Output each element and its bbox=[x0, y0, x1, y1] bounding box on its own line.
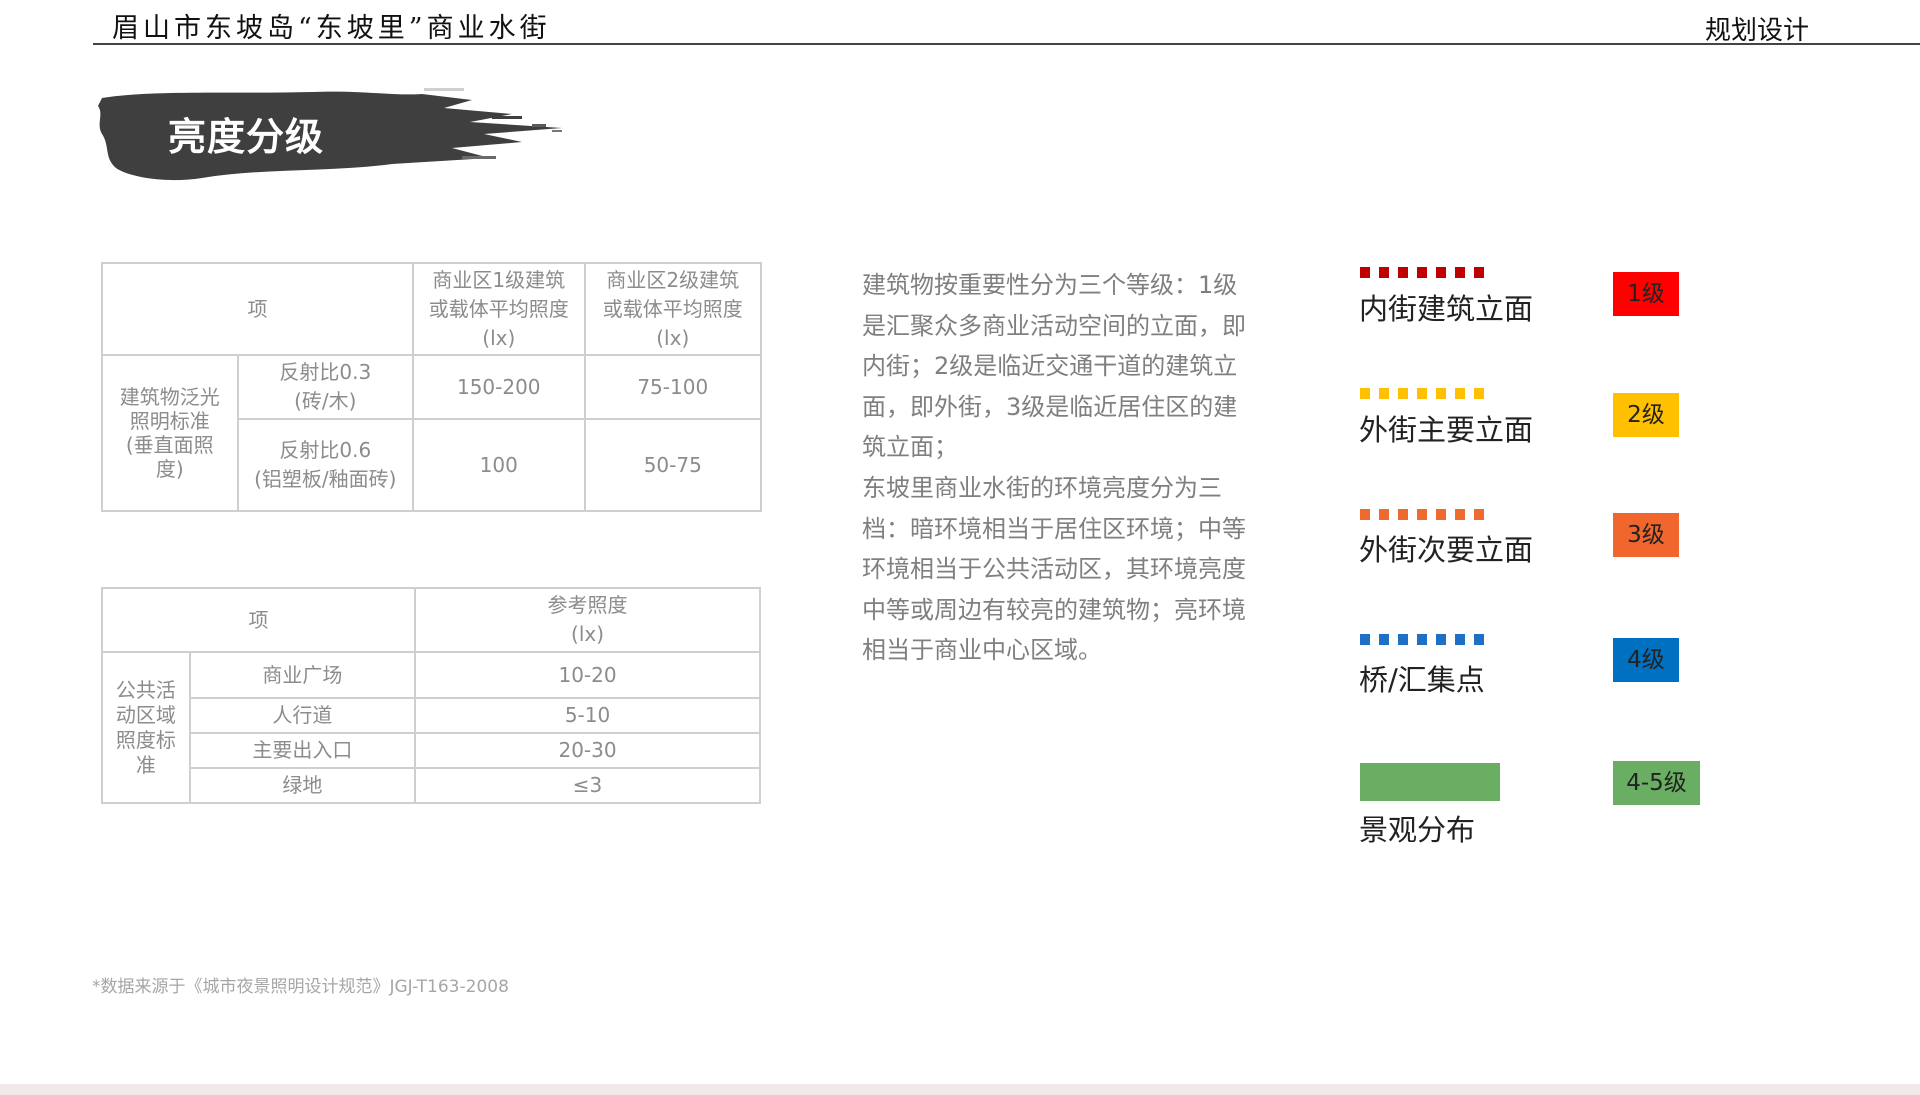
value-cell: 100 bbox=[412, 418, 586, 512]
legend-badge-level3: 3级 bbox=[1613, 513, 1679, 557]
description-paragraph: 建筑物按重要性分为三个等级：1级是汇聚众多商业活动空间的立面，即内街；2级是临近… bbox=[862, 271, 1246, 462]
legend-badge-level4: 4级 bbox=[1613, 638, 1679, 682]
legend-line-level4 bbox=[1360, 634, 1492, 645]
legend-line-level2 bbox=[1360, 388, 1492, 399]
value-cell: 75-100 bbox=[583, 354, 763, 420]
legend-line-level1 bbox=[1360, 267, 1492, 278]
table-row: 绿地 ≤3 bbox=[102, 767, 761, 804]
page-title: 亮度分级 bbox=[168, 115, 325, 159]
value-cell: 10-20 bbox=[414, 651, 761, 699]
row-label-cell: 主要出入口 bbox=[188, 732, 417, 769]
brush-stroke-decoration bbox=[98, 88, 562, 181]
legend-badge-level1: 1级 bbox=[1613, 272, 1679, 316]
facade-illuminance-table: 项 商业区1级建筑 或载体平均照度 (lx) 商业区2级建筑 或载体平均照度 (… bbox=[100, 262, 763, 512]
value-cell: 50-75 bbox=[583, 418, 763, 512]
header-reference-cell: 参考照度 (lx) bbox=[414, 587, 761, 653]
bottom-band bbox=[0, 1084, 1920, 1095]
table-header-row: 项 参考照度 (lx) bbox=[100, 587, 761, 653]
header-item-cell: 项 bbox=[100, 262, 415, 356]
row-label-cell: 反射比0.3 (砖/木) bbox=[236, 354, 415, 420]
row-label-cell: 商业广场 bbox=[188, 651, 417, 699]
legend-badge-level4-5: 4-5级 bbox=[1613, 761, 1700, 805]
legend-label: 桥/汇集点 bbox=[1359, 663, 1485, 697]
table-row: 主要出入口 20-30 bbox=[102, 732, 761, 769]
public-area-illuminance-table: 项 参考照度 (lx) 公共活 动区域 照度标 准 商业广场 10-20 人行道… bbox=[100, 587, 761, 804]
table-row: 建筑物泛光 照明标准 (垂直面照 度) 反射比0.3 (砖/木) 150-200… bbox=[101, 354, 763, 512]
value-cell: ≤3 bbox=[414, 767, 761, 804]
table-header-row: 项 商业区1级建筑 或载体平均照度 (lx) 商业区2级建筑 或载体平均照度 (… bbox=[100, 262, 763, 356]
project-title: 眉山市东坡岛“东坡里”商业水街 bbox=[112, 13, 551, 44]
group-label-cell: 建筑物泛光 照明标准 (垂直面照 度) bbox=[101, 354, 239, 512]
row-label-cell: 绿地 bbox=[188, 767, 417, 804]
header-divider bbox=[93, 43, 1920, 45]
header-level1-cell: 商业区1级建筑 或载体平均照度 (lx) bbox=[412, 262, 586, 356]
header-item-cell: 项 bbox=[100, 587, 417, 653]
value-cell: 5-10 bbox=[414, 697, 761, 734]
table-row: 人行道 5-10 bbox=[102, 697, 761, 734]
legend-label: 内街建筑立面 bbox=[1359, 292, 1534, 326]
legend-line-level3 bbox=[1360, 509, 1492, 520]
legend-bar-landscape bbox=[1360, 763, 1500, 801]
row-label-cell: 人行道 bbox=[188, 697, 417, 734]
row-label-cell: 反射比0.6 (铝塑板/釉面砖) bbox=[236, 418, 415, 512]
table-row: 公共活 动区域 照度标 准 商业广场 10-20 bbox=[101, 651, 761, 804]
legend-badge-level2: 2级 bbox=[1613, 393, 1679, 437]
group-label-cell: 公共活 动区域 照度标 准 bbox=[101, 651, 191, 804]
section-label: 规划设计 bbox=[1705, 16, 1810, 46]
value-cell: 20-30 bbox=[414, 732, 761, 769]
legend-label: 外街次要立面 bbox=[1359, 533, 1534, 567]
description-paragraph: 东坡里商业水街的环境亮度分为三档：暗环境相当于居住区环境；中等环境相当于公共活动… bbox=[862, 473, 1246, 665]
value-cell: 150-200 bbox=[412, 354, 586, 420]
description-text: 建筑物按重要性分为三个等级：1级是汇聚众多商业活动空间的立面，即内街；2级是临近… bbox=[862, 265, 1254, 671]
header-level2-cell: 商业区2级建筑 或载体平均照度 (lx) bbox=[583, 262, 763, 356]
legend-label: 外街主要立面 bbox=[1359, 413, 1534, 447]
source-footnote: *数据来源于《城市夜景照明设计规范》JGJ-T163-2008 bbox=[92, 977, 509, 997]
legend-label: 景观分布 bbox=[1359, 813, 1476, 847]
